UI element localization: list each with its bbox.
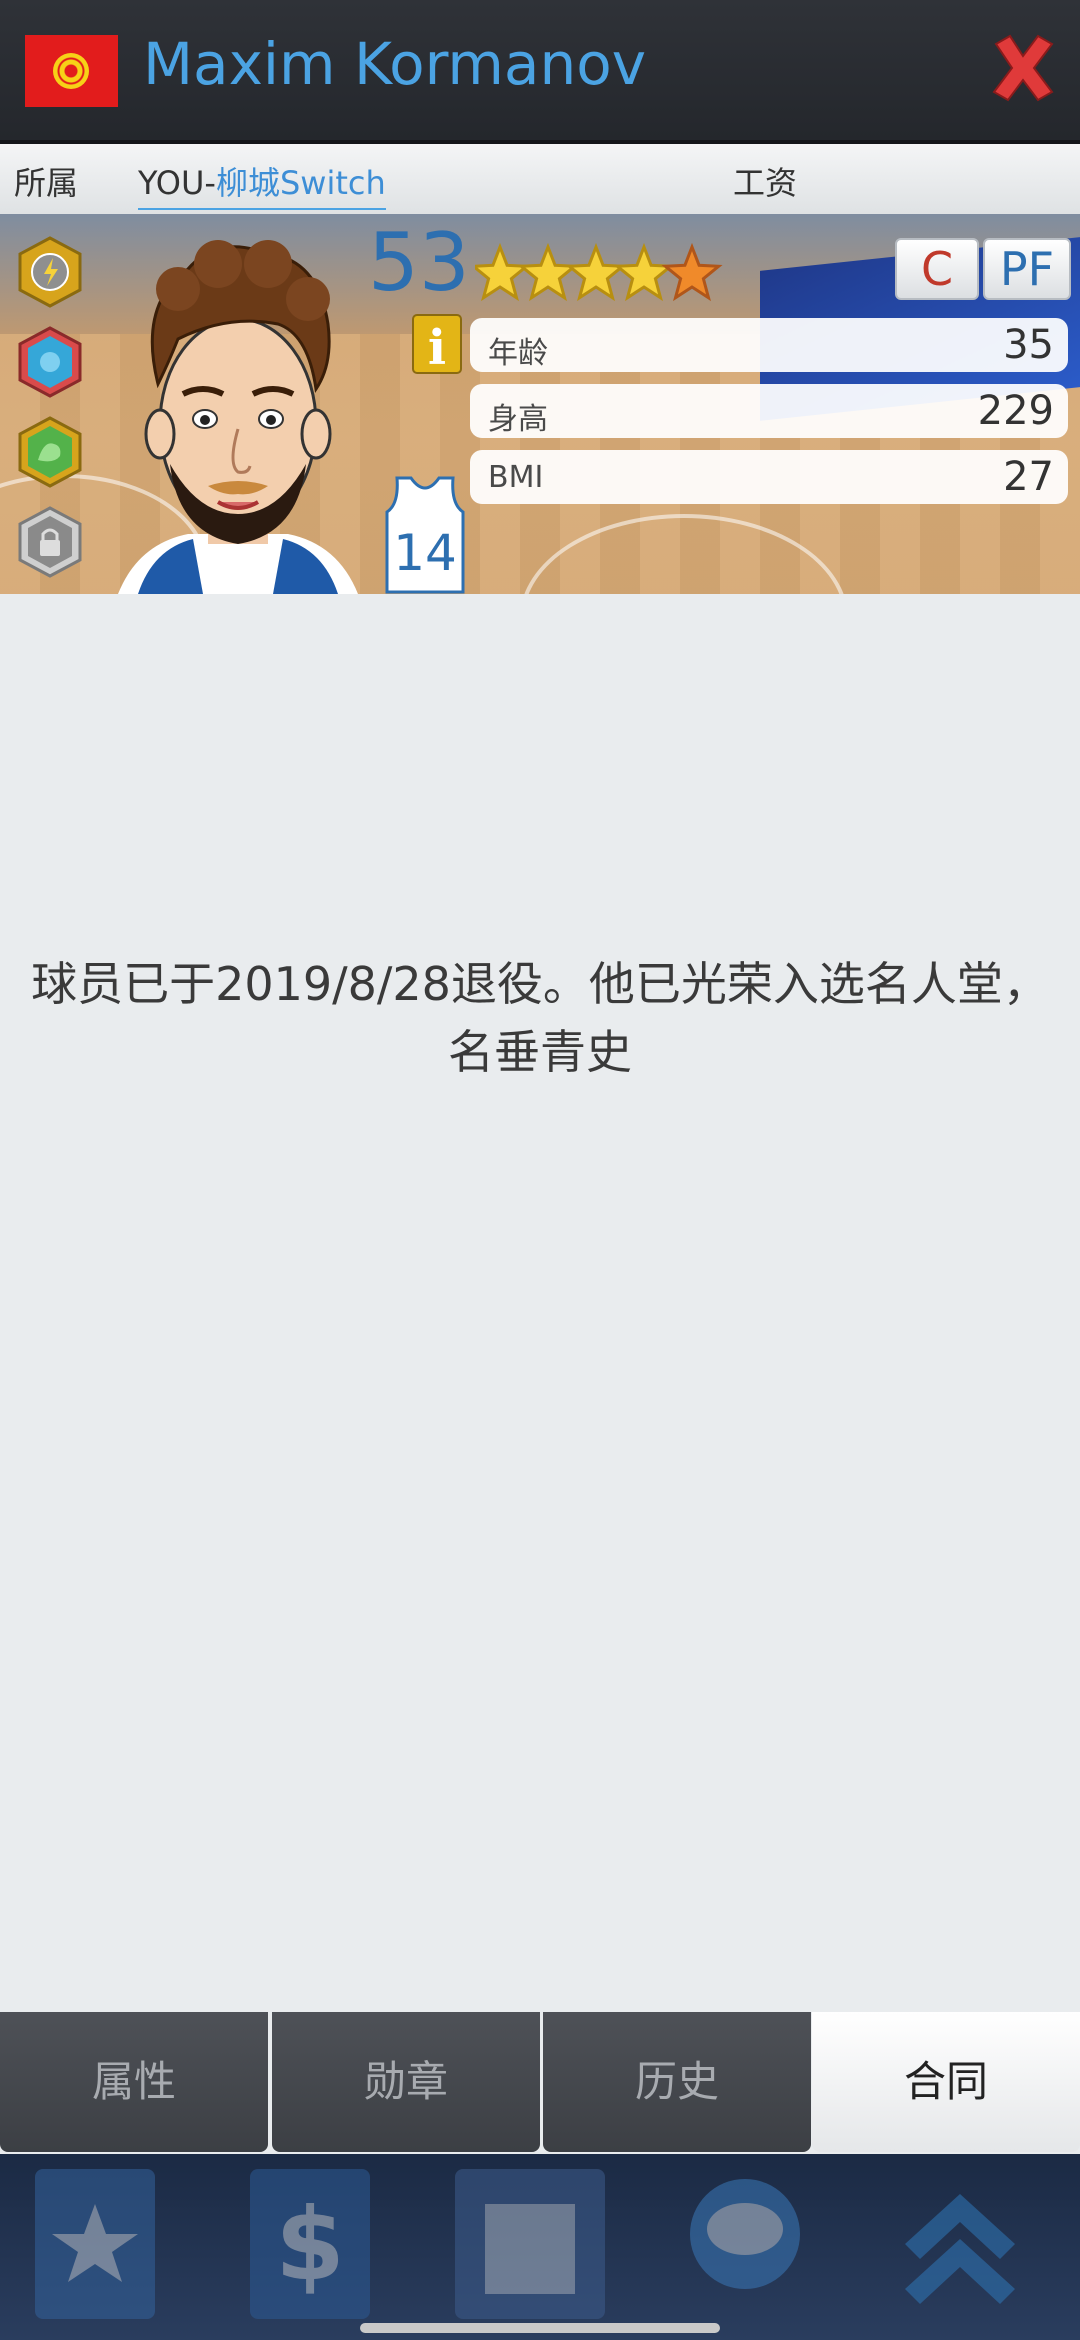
svg-text:$: $	[275, 2186, 345, 2303]
tab-attributes[interactable]: 属性	[0, 2012, 268, 2152]
gold-star-icon	[517, 242, 579, 302]
chevron-up-icon[interactable]	[885, 2164, 1035, 2324]
svg-text:i: i	[428, 320, 446, 374]
star-rating	[475, 242, 723, 302]
lock-badge-icon[interactable]	[18, 506, 82, 578]
gold-star-icon	[613, 242, 675, 302]
gold-star-icon	[475, 242, 531, 302]
player-rating: 53	[368, 216, 470, 309]
home-indicator[interactable]	[360, 2323, 720, 2333]
tab-bar: 属性 勋章 历史 合同	[0, 2012, 1080, 2154]
close-icon[interactable]	[988, 30, 1058, 105]
stat-row-height: 身高 229	[470, 384, 1068, 438]
brain-badge-icon[interactable]	[18, 326, 82, 398]
position-button-c[interactable]: C	[895, 238, 979, 300]
tab-medals[interactable]: 勋章	[272, 2012, 540, 2152]
retired-message: 球员已于2019/8/28退役。他已光荣入选名人堂，名垂青史	[31, 957, 1049, 1079]
affiliation-label: 所属	[14, 164, 79, 202]
player-name: Maxim Kormanov	[143, 30, 647, 98]
chat-icon[interactable]	[670, 2164, 820, 2324]
gold-star-icon	[565, 242, 627, 302]
building-icon[interactable]	[455, 2164, 605, 2324]
tab-contract[interactable]: 合同	[812, 2012, 1080, 2152]
stat-row-bmi: BMI 27	[470, 450, 1068, 504]
player-banner: 14 53 C PF i 年龄 35 身高 229 BMI 27	[0, 214, 1080, 594]
position-button-pf[interactable]: PF	[983, 238, 1071, 300]
player-avatar	[118, 240, 358, 594]
bottom-nav: $	[0, 2154, 1080, 2340]
kyrgyzstan-flag-icon	[25, 35, 118, 107]
title-bar: Maxim Kormanov	[0, 0, 1080, 144]
tab-history[interactable]: 历史	[543, 2012, 811, 2152]
orange-star-icon	[661, 242, 723, 302]
info-icon[interactable]: i	[412, 314, 462, 374]
lightning-badge-icon[interactable]	[18, 236, 82, 308]
info-bar: 所属 YOU-柳城Switch 工资	[0, 144, 1080, 214]
stat-row-age: 年龄 35	[470, 318, 1068, 372]
team-link[interactable]: YOU-柳城Switch	[138, 158, 386, 210]
jersey-number: 14	[393, 524, 457, 582]
dollar-icon[interactable]: $	[235, 2164, 385, 2324]
star-icon[interactable]	[20, 2164, 170, 2324]
salary-label: 工资	[733, 164, 798, 202]
muscle-badge-icon[interactable]	[18, 416, 82, 488]
